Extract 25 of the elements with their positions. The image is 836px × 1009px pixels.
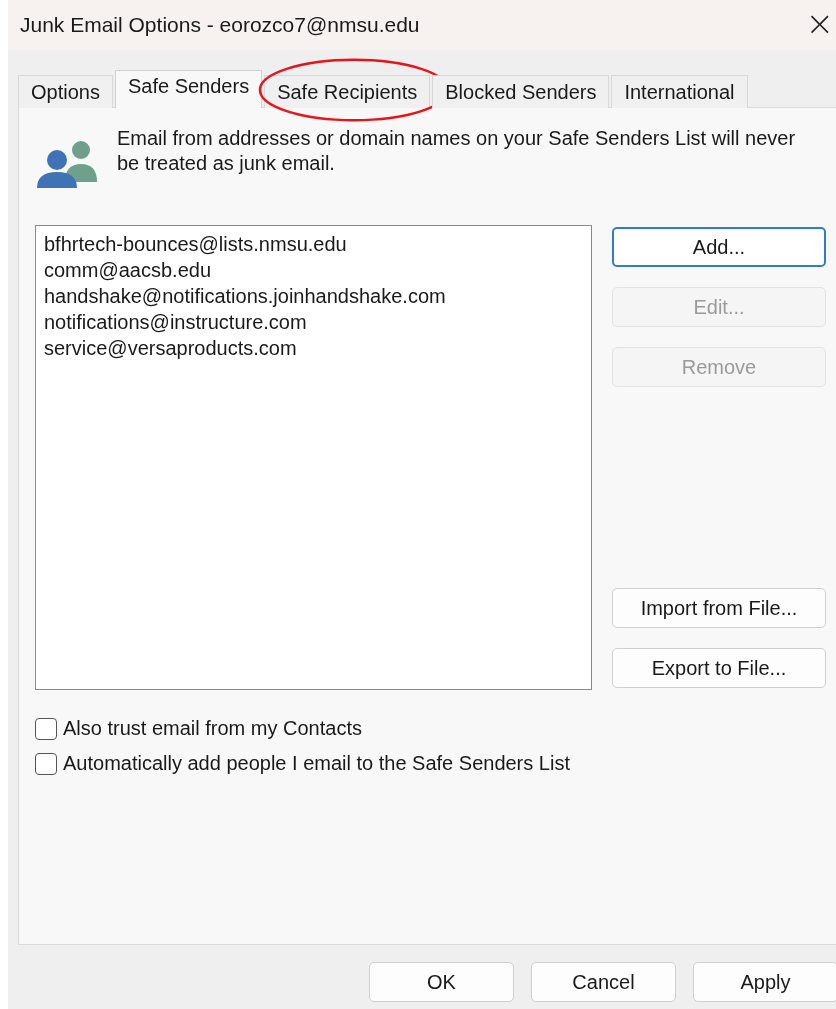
people-icon	[35, 138, 99, 188]
list-item[interactable]: comm@aacsb.edu	[44, 257, 583, 283]
checkbox[interactable]	[35, 717, 57, 740]
dialog-button[interactable]: Apply	[693, 962, 836, 1002]
list-item[interactable]: handshake@notifications.joinhandshake.com	[44, 283, 583, 309]
close-button[interactable]: ×	[805, 6, 836, 44]
checkbox-label: Also trust email from my Contacts	[63, 717, 362, 740]
checkbox[interactable]	[35, 752, 57, 775]
list-item[interactable]: bfhrtech-bounces@lists.nmsu.edu	[44, 231, 583, 257]
window-title: Junk Email Options - eorozco7@nmsu.edu	[20, 13, 420, 37]
tab[interactable]: International	[611, 75, 748, 108]
tab[interactable]: Options	[18, 75, 113, 108]
tab[interactable]: Safe Recipients	[264, 75, 431, 108]
description-text: Email from addresses or domain names on your Safe Senders List will never be treated as junk email.	[117, 126, 797, 176]
dialog-button[interactable]: Add...	[612, 227, 826, 267]
tab[interactable]: Safe Senders	[114, 70, 263, 108]
dialog-button[interactable]: OK	[369, 962, 514, 1002]
tab[interactable]: Blocked Senders	[432, 75, 610, 108]
dialog-button[interactable]: Cancel	[531, 962, 676, 1002]
list-item[interactable]: notifications@instructure.com	[44, 309, 583, 335]
checkbox-label: Automatically add people I email to the Safe Senders List	[63, 752, 570, 775]
dialog-button[interactable]: Import from File...	[612, 588, 826, 628]
safe-senders-list[interactable]: bfhrtech-bounces@lists.nmsu.edu comm@aacsb.edu handshake@notifications.joinhandshake.com notifications@instructure.com service@versaproducts.com	[35, 225, 592, 690]
list-item[interactable]: service@versaproducts.com	[44, 335, 583, 361]
dialog-button[interactable]: Export to File...	[612, 648, 826, 688]
